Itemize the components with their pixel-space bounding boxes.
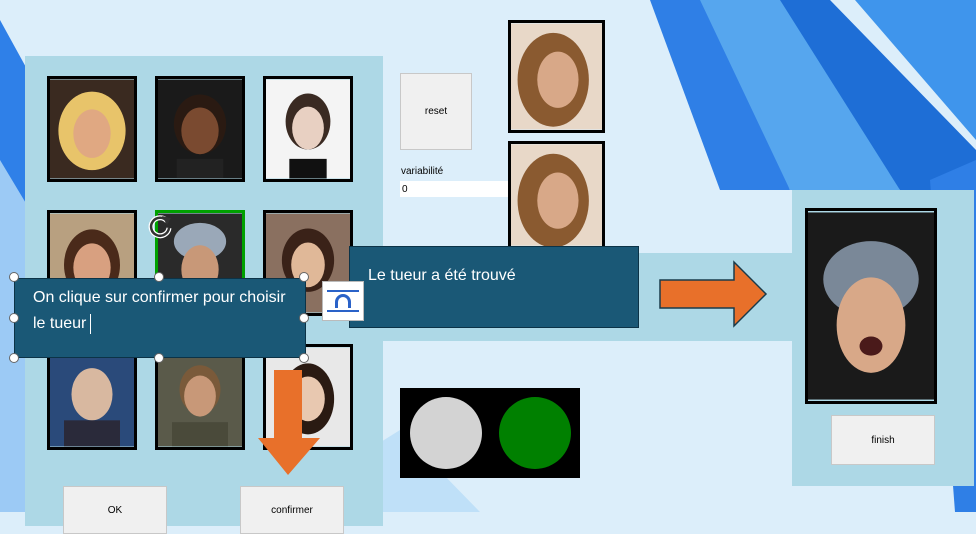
ok-button[interactable]: OK [63,486,167,534]
suspect-face-8[interactable] [155,344,245,450]
confirm-button[interactable]: confirmer [240,486,344,534]
reset-button[interactable]: reset [400,73,472,150]
found-killer-face [805,208,937,404]
suspect-face-7[interactable] [47,344,137,450]
callout-killer-found[interactable]: Le tueur a été trouvé [349,246,639,328]
callout-killer-found-text: Le tueur a été trouvé [368,267,516,284]
callout-confirm-instruction[interactable]: On clique sur confirmer pour choisir le … [14,278,306,358]
variability-label: variabilité [401,166,444,177]
text-cursor [90,313,92,334]
indicator-light-off [410,397,482,469]
callout-confirm-text: On clique sur confirmer pour choisir le … [33,289,286,332]
suspect-face-2[interactable] [155,76,245,182]
resize-handle-ne[interactable] [299,272,309,282]
target-face-top [508,20,605,133]
suspect-face-1[interactable] [47,76,137,182]
rotate-handle-icon[interactable] [145,212,175,242]
resize-handle-sw[interactable] [9,353,19,363]
arrow-down [258,370,320,475]
target-face-bottom [508,141,605,249]
resize-handle-w[interactable] [9,313,19,323]
resize-handle-nw[interactable] [9,272,19,282]
resize-handle-se[interactable] [299,353,309,363]
resize-handle-e[interactable] [299,313,309,323]
resize-handle-n[interactable] [154,272,164,282]
resize-handle-s[interactable] [154,353,164,363]
indicator-light-on [499,397,571,469]
finish-button[interactable]: finish [831,415,935,465]
variability-input[interactable] [400,181,508,197]
status-lights [400,388,580,478]
suspect-face-3[interactable] [263,76,353,182]
layout-options-icon[interactable] [322,281,364,321]
arrow-right [659,260,768,328]
